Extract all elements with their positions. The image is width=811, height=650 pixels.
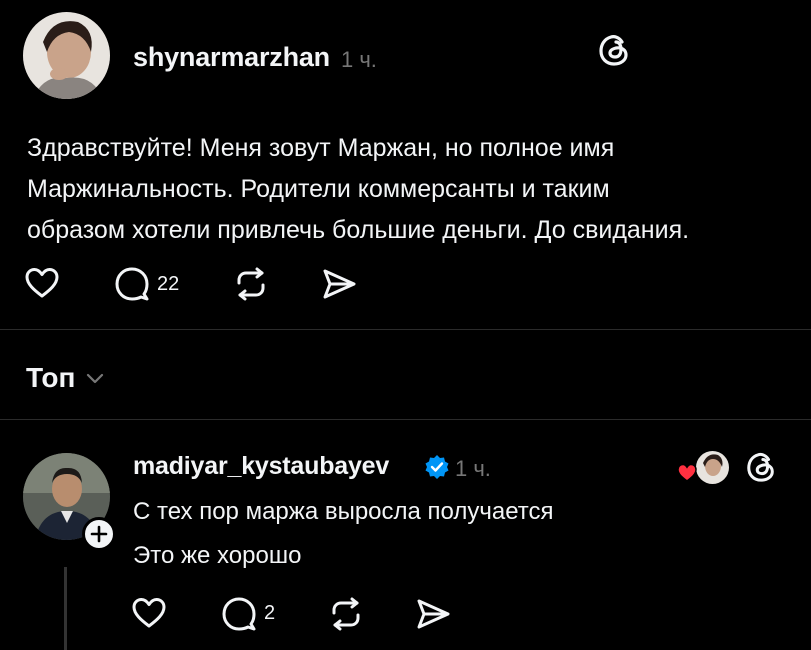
post-text-line: Маржинальность. Родители коммерсанты и т… bbox=[27, 175, 610, 203]
post-replies-count: 22 bbox=[157, 273, 180, 295]
liked-heart-icon bbox=[676, 463, 698, 483]
repost-icon[interactable] bbox=[234, 267, 268, 301]
plus-icon bbox=[90, 525, 108, 543]
heart-icon[interactable] bbox=[24, 267, 60, 299]
reply-thread-line bbox=[64, 567, 67, 650]
post-text-line: образом хотели привлечь большие деньги. … bbox=[27, 216, 690, 244]
post-author-avatar[interactable] bbox=[23, 12, 110, 99]
divider bbox=[0, 329, 811, 330]
threads-logo-icon[interactable] bbox=[597, 33, 631, 67]
reply-heart-icon[interactable] bbox=[131, 597, 167, 629]
reply-share-icon[interactable] bbox=[415, 597, 451, 631]
post-text-line: Здравствуйте! Меня зовут Маржан, но полн… bbox=[27, 134, 615, 162]
post-timestamp: 1 ч. bbox=[341, 47, 377, 72]
liker-avatar bbox=[694, 449, 731, 486]
post-text: Здравствуйте! Меня зовут Маржан, но полн… bbox=[27, 128, 787, 251]
reply-username[interactable]: madiyar_kystaubayev bbox=[133, 452, 389, 481]
verified-badge-icon bbox=[424, 454, 450, 480]
chevron-down-icon bbox=[85, 371, 105, 385]
liked-by-author-indicator bbox=[676, 449, 731, 486]
reply-timestamp: 1 ч. bbox=[455, 456, 491, 481]
reply-text-line: Это же хорошо bbox=[133, 542, 302, 569]
sort-label: Топ bbox=[26, 362, 76, 393]
follow-plus-button[interactable] bbox=[82, 517, 116, 551]
reply-repost-icon[interactable] bbox=[329, 597, 363, 631]
reply-text-line: С тех пор маржа выросла получается bbox=[133, 498, 554, 525]
share-icon[interactable] bbox=[321, 267, 357, 301]
reply-replies-count: 2 bbox=[264, 602, 276, 624]
divider bbox=[0, 419, 811, 420]
reply-comment-icon[interactable] bbox=[221, 596, 257, 632]
sort-dropdown[interactable]: Топ bbox=[26, 362, 105, 394]
comment-icon[interactable] bbox=[114, 266, 150, 302]
post-username[interactable]: shynarmarzhan bbox=[133, 42, 330, 73]
reply-threads-logo-icon[interactable] bbox=[745, 451, 777, 483]
reply-text: С тех пор маржа выросла получается Это ж… bbox=[133, 490, 753, 578]
